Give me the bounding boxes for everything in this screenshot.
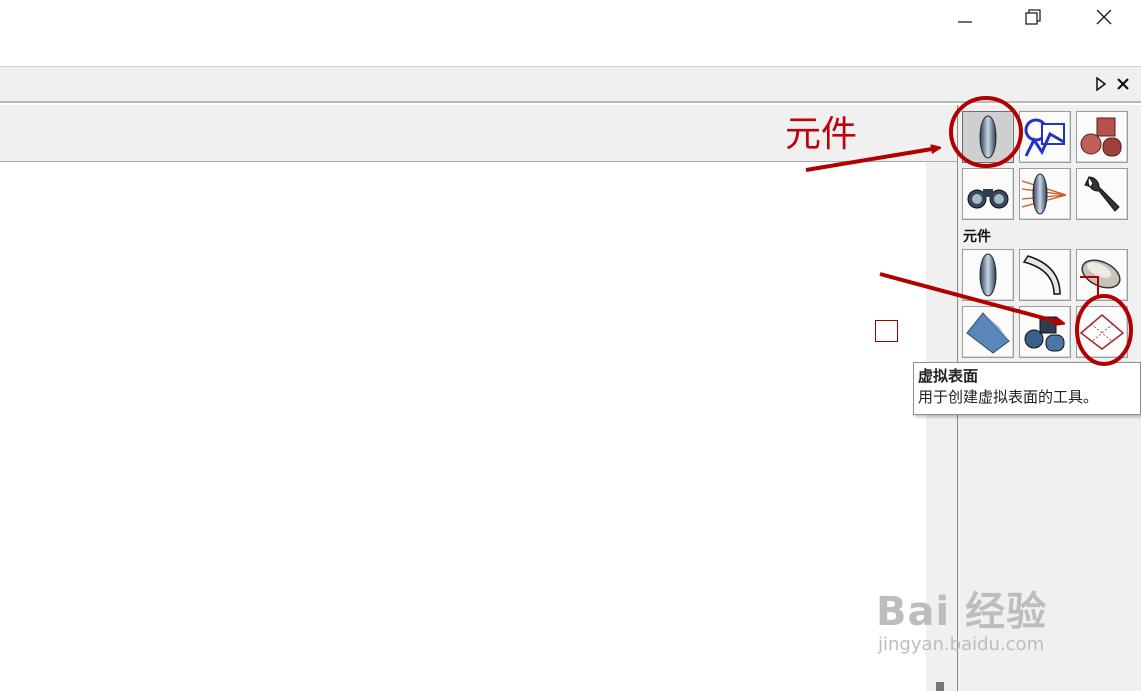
watermark-sub: jingyan.baidu.com [878, 634, 1045, 655]
panel-header [0, 66, 1141, 103]
window-close-button[interactable] [1072, 0, 1136, 34]
tooltip-title: 虚拟表面 [918, 367, 979, 385]
watermark: Bai 经验 jingyan.baidu.com [876, 590, 1047, 656]
mirror-icon [1022, 255, 1061, 295]
annotation-label: 元件 [785, 114, 858, 155]
palette-button-optimize[interactable] [962, 168, 1014, 220]
palette-button-dish[interactable] [1076, 249, 1128, 301]
canvas-selection-box [875, 320, 898, 342]
palette-section-label: 元件 [963, 229, 991, 245]
dish-icon [1081, 259, 1121, 289]
minimize-button[interactable] [933, 0, 997, 34]
prism-icon [966, 312, 1010, 354]
dummy-surface-icon [1079, 314, 1125, 350]
restore-button[interactable] [1001, 0, 1065, 34]
primitives-icon [1024, 316, 1065, 352]
palette-button-mirror[interactable] [1019, 249, 1071, 301]
minimize-icon [958, 21, 972, 23]
lens-icon [979, 115, 997, 159]
palette-button-solids[interactable] [1076, 111, 1128, 163]
palette-button-primitives[interactable] [1019, 306, 1071, 358]
lens-icon [979, 253, 997, 297]
window-titlebar [0, 0, 1141, 66]
solids-icon [1080, 117, 1122, 157]
tooltip: 虚拟表面 用于创建虚拟表面的工具。 [913, 362, 1141, 415]
wrench-icon [1084, 176, 1120, 212]
design-canvas[interactable] [0, 162, 926, 691]
palette-button-analysis[interactable] [1019, 111, 1071, 163]
tooltip-description: 用于创建虚拟表面的工具。 [918, 388, 1099, 406]
watermark-main: Bai 经验 [876, 589, 1048, 635]
binoculars-icon [967, 189, 1009, 209]
palette-button-tools[interactable] [1076, 168, 1128, 220]
close-icon [1096, 9, 1112, 25]
palette-button-prism[interactable] [962, 306, 1014, 358]
palette-button-lens[interactable] [962, 249, 1014, 301]
palette-button-raytrace[interactable] [1019, 168, 1071, 220]
palette-button-dummy-surface[interactable] [1076, 306, 1128, 358]
restore-icon [1025, 9, 1041, 25]
triangle-right-icon[interactable] [1095, 77, 1107, 91]
panel-close-icon[interactable] [1116, 77, 1130, 91]
raytrace-icon [1021, 173, 1067, 215]
palette-button-components[interactable] [962, 111, 1014, 163]
analysis-icon [1024, 118, 1065, 157]
scroll-thumb[interactable] [936, 682, 944, 691]
